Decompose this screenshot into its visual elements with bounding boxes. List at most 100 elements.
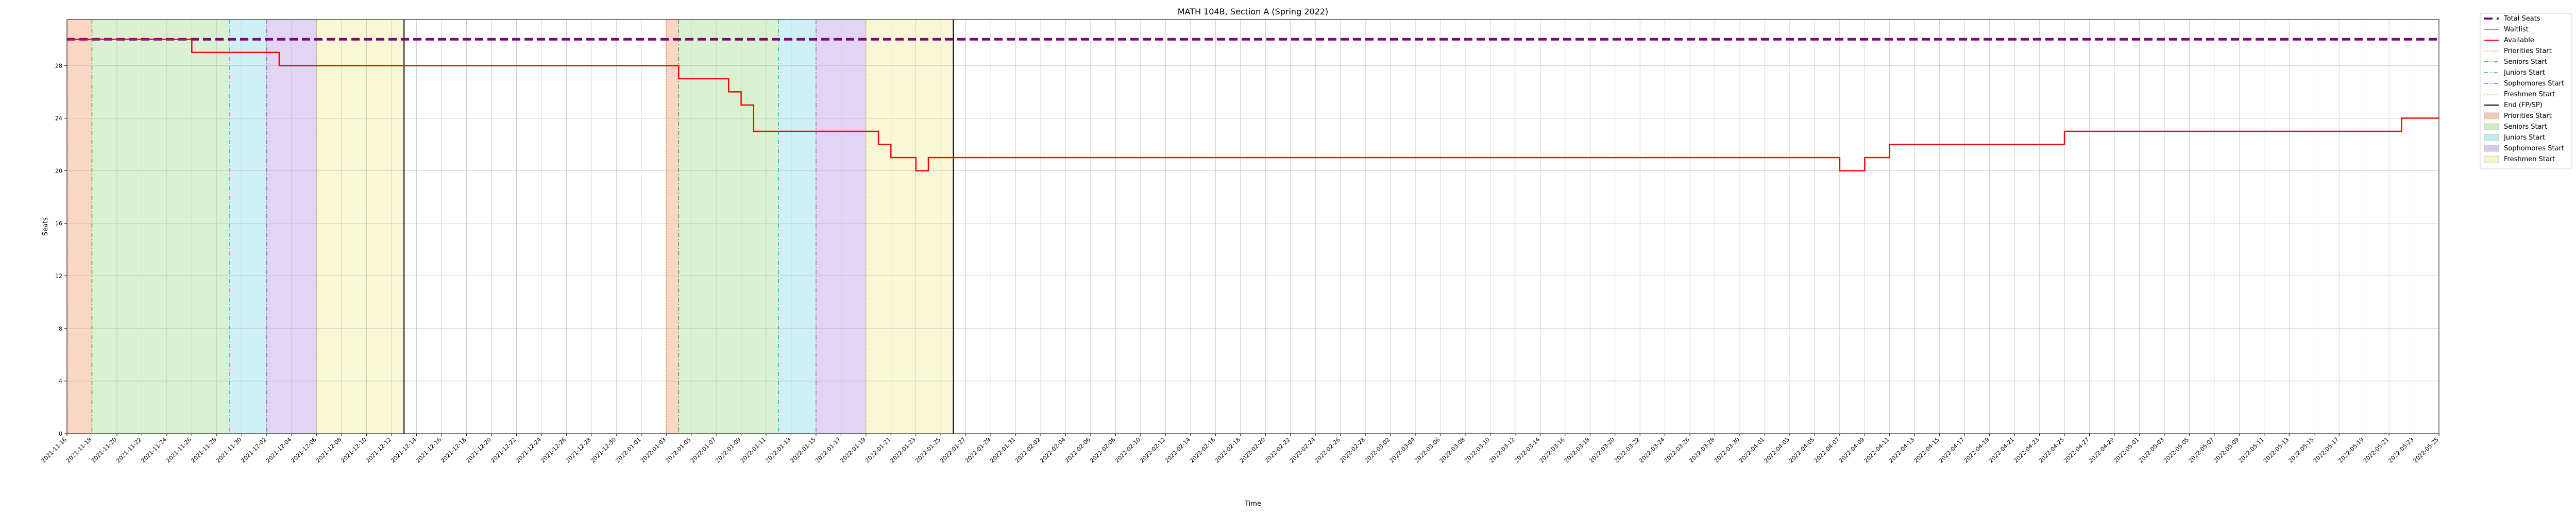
x-tick-label: 2022-03-04 — [1388, 436, 1416, 464]
x-tick-label: 2021-11-22 — [115, 436, 143, 464]
x-axis-label: Time — [1244, 500, 1261, 508]
phase-span — [92, 20, 230, 434]
x-tick-label: 2021-11-20 — [90, 436, 118, 464]
x-tick-label: 2021-12-12 — [365, 436, 393, 464]
x-ticks: 2021-11-162021-11-182021-11-202021-11-22… — [40, 434, 2440, 464]
x-tick-label: 2022-01-21 — [864, 436, 892, 464]
x-tick-label: 2022-02-16 — [1189, 436, 1216, 464]
x-tick-label: 2022-02-18 — [1213, 436, 1241, 464]
x-tick-label: 2021-12-06 — [290, 436, 317, 464]
x-tick-label: 2021-12-14 — [389, 436, 417, 464]
x-tick-label: 2021-11-30 — [215, 436, 243, 464]
x-tick-label: 2022-03-30 — [1713, 436, 1741, 464]
x-tick-label: 2022-02-22 — [1263, 436, 1291, 464]
x-tick-label: 2022-04-19 — [1962, 436, 1990, 464]
y-tick-label: 20 — [55, 168, 62, 175]
phase-span — [778, 20, 816, 434]
phase-span — [666, 20, 679, 434]
x-tick-label: 2022-03-16 — [1538, 436, 1566, 464]
x-tick-label: 2022-02-02 — [1014, 436, 1042, 464]
y-ticks: 0 4 8 12 16 20 24 28 — [55, 62, 67, 437]
x-tick-label: 2021-11-18 — [65, 436, 93, 464]
x-tick-label: 2021-12-04 — [265, 436, 293, 464]
x-tick-label: 2022-03-28 — [1688, 436, 1716, 464]
x-tick-label: 2022-05-13 — [2262, 436, 2290, 464]
y-tick-label: 12 — [55, 273, 62, 280]
x-tick-label: 2022-04-21 — [1988, 436, 2015, 464]
plot-spans — [67, 20, 954, 434]
x-tick-label: 2022-04-27 — [2062, 436, 2090, 464]
x-tick-label: 2022-01-03 — [639, 436, 667, 464]
x-tick-label: 2022-03-14 — [1513, 436, 1541, 464]
x-tick-label: 2022-05-19 — [2337, 436, 2365, 464]
legend-swatch — [2484, 123, 2499, 130]
x-tick-label: 2022-05-21 — [2362, 436, 2390, 464]
x-tick-label: 2022-05-17 — [2312, 436, 2340, 464]
x-tick-label: 2022-01-29 — [964, 436, 992, 464]
x-tick-label: 2022-03-02 — [1363, 436, 1391, 464]
x-tick-label: 2021-12-28 — [564, 436, 592, 464]
x-tick-label: 2022-04-03 — [1763, 436, 1791, 464]
x-tick-label: 2022-03-18 — [1563, 436, 1591, 464]
x-tick-label: 2022-02-28 — [1338, 436, 1366, 464]
phase-span — [67, 20, 92, 434]
x-tick-label: 2021-12-18 — [439, 436, 467, 464]
legend-label: Juniors Start — [2503, 134, 2545, 142]
y-axis-label: Seats — [42, 217, 49, 236]
x-tick-label: 2022-03-26 — [1663, 436, 1691, 464]
x-tick-label: 2022-01-05 — [664, 436, 692, 464]
x-tick-label: 2022-02-14 — [1164, 436, 1192, 464]
y-tick-label: 0 — [59, 431, 62, 437]
x-tick-label: 2022-05-09 — [2212, 436, 2240, 464]
legend-label: Priorities Start — [2504, 112, 2552, 120]
phase-span — [866, 20, 954, 434]
x-tick-label: 2022-01-23 — [889, 436, 917, 464]
legend-label: Freshmen Start — [2504, 91, 2555, 98]
x-tick-label: 2021-11-26 — [165, 436, 193, 464]
x-tick-label: 2022-03-10 — [1463, 436, 1491, 464]
y-tick-label: 4 — [59, 378, 62, 385]
x-tick-label: 2022-01-13 — [764, 436, 792, 464]
legend-swatch — [2484, 156, 2499, 163]
x-tick-label: 2022-02-24 — [1289, 436, 1316, 464]
x-tick-label: 2021-12-10 — [340, 436, 367, 464]
legend-swatch — [2484, 112, 2499, 119]
y-tick-label: 24 — [55, 115, 62, 122]
y-tick-label: 16 — [55, 220, 62, 227]
legend-label: End (FP/SP) — [2504, 101, 2543, 109]
x-tick-label: 2022-01-01 — [614, 436, 642, 464]
x-tick-label: 2022-01-17 — [814, 436, 842, 464]
x-tick-label: 2022-05-03 — [2138, 436, 2165, 464]
x-tick-label: 2022-05-01 — [2112, 436, 2140, 464]
x-tick-label: 2021-12-20 — [465, 436, 493, 464]
data-series — [67, 38, 2439, 171]
x-tick-label: 2022-01-11 — [739, 436, 767, 464]
x-tick-label: 2022-02-10 — [1114, 436, 1142, 464]
x-tick-label: 2022-01-25 — [914, 436, 942, 464]
legend-label: Waitlist — [2504, 26, 2529, 33]
x-tick-label: 2022-01-19 — [839, 436, 867, 464]
x-tick-label: 2022-03-08 — [1438, 436, 1466, 464]
x-tick-label: 2022-04-29 — [2088, 436, 2115, 464]
x-tick-label: 2022-04-09 — [1838, 436, 1866, 464]
x-tick-label: 2022-05-25 — [2412, 436, 2440, 464]
x-tick-label: 2022-02-08 — [1089, 436, 1116, 464]
legend-label: Sophomores Start — [2504, 80, 2564, 88]
x-tick-label: 2022-03-06 — [1413, 436, 1441, 464]
x-tick-label: 2022-04-13 — [1888, 436, 1916, 464]
x-tick-label: 2022-01-27 — [939, 436, 967, 464]
legend-label: Total Seats — [2503, 15, 2540, 23]
x-tick-label: 2022-04-05 — [1788, 436, 1816, 464]
legend-label: Seniors Start — [2504, 58, 2547, 66]
legend-label: Available — [2504, 37, 2534, 44]
x-tick-label: 2022-01-15 — [789, 436, 817, 464]
x-tick-label: 2021-12-08 — [315, 436, 343, 464]
x-tick-label: 2022-01-09 — [714, 436, 742, 464]
x-tick-label: 2021-11-28 — [190, 436, 217, 464]
plot-frame — [66, 19, 2439, 434]
x-tick-label: 2021-11-24 — [140, 436, 168, 464]
legend-swatch — [2484, 145, 2499, 152]
x-tick-label: 2022-05-23 — [2387, 436, 2415, 464]
x-tick-label: 2022-04-23 — [2012, 436, 2040, 464]
phase-span — [316, 20, 404, 434]
